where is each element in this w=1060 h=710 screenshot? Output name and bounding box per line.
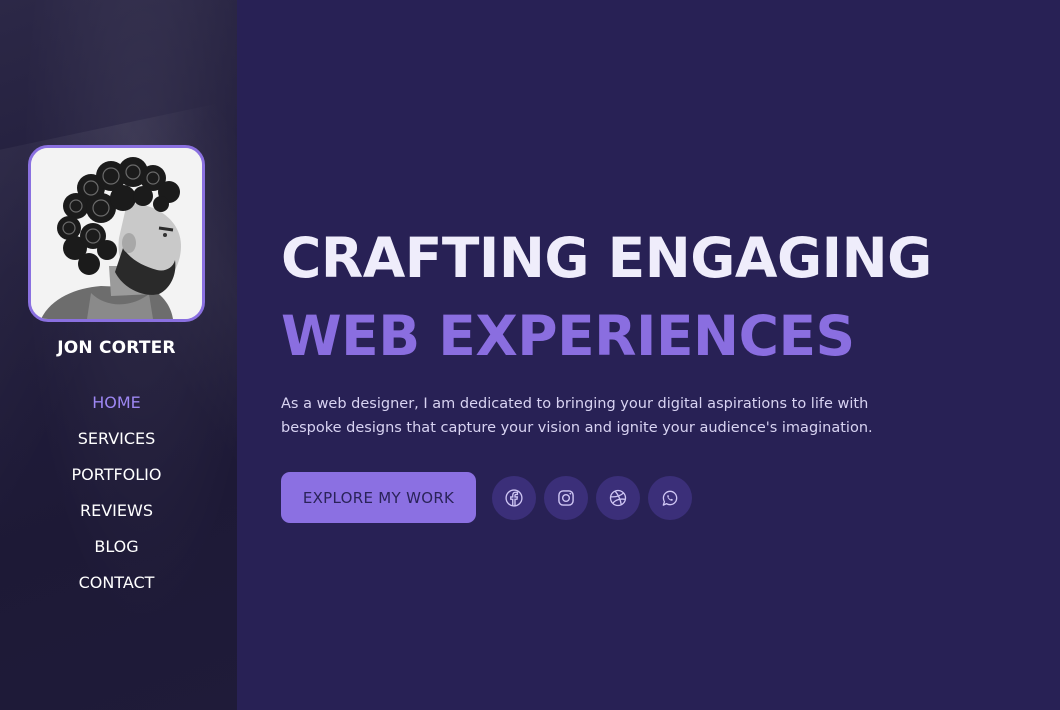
hero-intro-text: As a web designer, I am dedicated to bri…	[281, 396, 873, 436]
nav-item-services[interactable]: SERVICES	[0, 429, 233, 465]
page: JON CORTER HOME SERVICES PORTFOLIO REVIE…	[0, 0, 1060, 710]
main-nav: HOME SERVICES PORTFOLIO REVIEWS BLOG CON…	[0, 393, 233, 609]
nav-item-blog[interactable]: BLOG	[0, 537, 233, 573]
avatar	[28, 145, 205, 322]
hero-headline-line1: CRAFTING ENGAGING	[281, 226, 932, 290]
facebook-link[interactable]	[492, 476, 536, 520]
profile-name: JON CORTER	[57, 338, 176, 358]
whatsapp-link[interactable]	[648, 476, 692, 520]
sidebar: JON CORTER HOME SERVICES PORTFOLIO REVIE…	[0, 0, 237, 710]
dribbble-link[interactable]	[596, 476, 640, 520]
nav-item-home[interactable]: HOME	[0, 393, 233, 429]
social-links	[492, 476, 692, 520]
nav-item-portfolio[interactable]: PORTFOLIO	[0, 465, 233, 501]
instagram-link[interactable]	[544, 476, 588, 520]
instagram-icon	[558, 490, 574, 506]
nav-item-contact[interactable]: CONTACT	[0, 573, 233, 609]
hero-headline-line2: WEB EXPERIENCES	[281, 304, 855, 368]
nav-item-reviews[interactable]: REVIEWS	[0, 501, 233, 537]
profile-portrait-image	[31, 148, 202, 319]
whatsapp-icon	[662, 490, 678, 506]
explore-my-work-button[interactable]: EXPLORE MY WORK	[281, 472, 476, 523]
dribbble-icon	[609, 489, 627, 507]
facebook-icon	[505, 489, 523, 507]
